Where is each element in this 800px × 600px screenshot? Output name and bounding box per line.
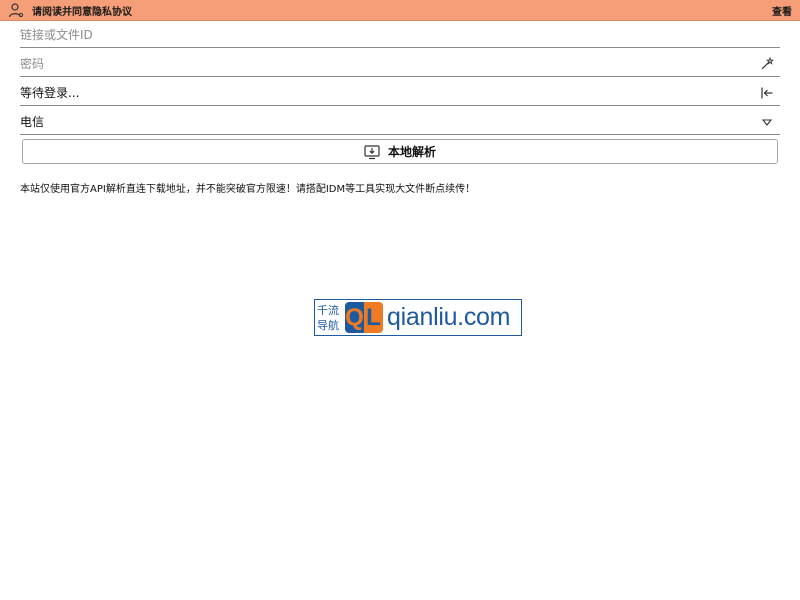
logo-mark-l: L [364, 302, 383, 333]
magic-wand-icon[interactable] [758, 55, 776, 73]
logo-chinese-text: 千流 导航 [317, 303, 343, 333]
view-privacy-link[interactable]: 查看 [772, 3, 792, 18]
isp-selected-value: 电信 [20, 115, 45, 129]
login-status-row[interactable]: 等待登录... [20, 80, 780, 106]
link-input-row [20, 22, 780, 48]
local-parse-label: 本地解析 [387, 145, 436, 159]
isp-select[interactable]: 电信 [20, 109, 780, 135]
link-input[interactable] [20, 23, 780, 46]
password-input-row [20, 51, 780, 77]
chevron-down-icon[interactable] [758, 113, 776, 131]
local-parse-button[interactable]: 本地解析 [22, 139, 778, 164]
password-input[interactable] [20, 52, 758, 75]
logo-mark-q: Q [345, 302, 364, 333]
usage-notice: 本站仅使用官方API解析直连下载地址，并不能突破官方限速！请搭配IDM等工具实现… [20, 184, 476, 195]
monitor-download-icon [364, 144, 380, 160]
login-status-text: 等待登录... [20, 86, 80, 100]
privacy-notice: 请阅读并同意隐私协议 [32, 6, 132, 18]
user-icon[interactable] [8, 2, 24, 18]
login-icon[interactable] [758, 84, 776, 102]
logo-domain: qianliu.com [387, 303, 511, 331]
qianliu-logo[interactable]: 千流 导航 Q L qianliu.com [314, 299, 522, 336]
logo-cn-line1: 千流 [317, 303, 339, 317]
top-notice-bar: 请阅读并同意隐私协议 查看 [0, 0, 800, 21]
logo-cn-line2: 导航 [317, 318, 339, 332]
logo-ql-mark: Q L [345, 302, 383, 333]
